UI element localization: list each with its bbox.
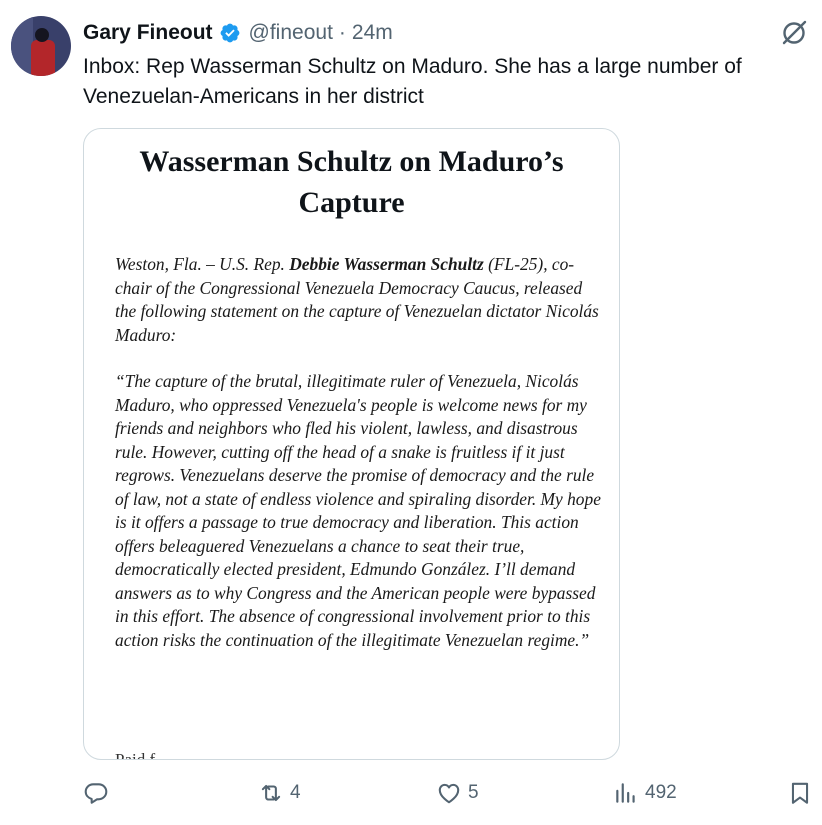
views-count: 492 (645, 782, 677, 803)
grok-icon[interactable] (780, 19, 808, 47)
rep-name: Debbie Wasserman Schultz (289, 254, 484, 274)
retweet-button[interactable]: 4 (258, 776, 301, 810)
document-cutoff-text: Paid f... (115, 750, 168, 760)
tweet-text-line: Inbox: Rep Wasserman Schultz on Maduro. … (83, 55, 742, 78)
retweet-count: 4 (290, 782, 301, 803)
tweet-text: Inbox: Rep Wasserman Schultz on Maduro. … (83, 52, 808, 112)
tweet-timestamp[interactable]: 24m (352, 21, 393, 45)
avatar-head (35, 28, 49, 42)
document-body: Weston, Fla. – U.S. Rep. Debbie Wasserma… (115, 253, 605, 675)
document-title-line: Wasserman Schultz on Maduro’s (139, 145, 564, 178)
heart-icon (438, 783, 460, 804)
reply-button[interactable] (83, 776, 109, 810)
author-name[interactable]: Gary Fineout (83, 21, 213, 45)
like-button[interactable]: 5 (436, 776, 479, 810)
views-button[interactable]: 492 (613, 776, 677, 810)
document-intro: Weston, Fla. – U.S. Rep. Debbie Wasserma… (115, 253, 605, 347)
avatar-background (11, 16, 33, 76)
avatar[interactable] (11, 16, 71, 76)
reply-icon (84, 783, 108, 804)
tweet-header: Gary Fineout @fineout · 24m (83, 18, 393, 48)
document-title-line: Capture (298, 186, 405, 219)
attached-image[interactable]: Wasserman Schultz on Maduro’s Capture We… (83, 128, 620, 760)
verified-badge-icon (219, 22, 241, 44)
document-title: Wasserman Schultz on Maduro’s Capture (84, 141, 619, 223)
document-quote: “The capture of the brutal, illegitimate… (115, 371, 601, 650)
views-icon (616, 783, 635, 803)
separator-dot: · (338, 21, 346, 44)
bookmark-icon (791, 782, 809, 804)
intro-prefix: Weston, Fla. – U.S. Rep. (115, 254, 290, 274)
tweet-actions: 4 5 492 (83, 776, 813, 810)
author-handle[interactable]: @fineout (249, 21, 333, 45)
bookmark-button[interactable] (787, 776, 813, 810)
retweet-icon (261, 784, 281, 802)
avatar-figure (31, 40, 55, 76)
like-count: 5 (468, 782, 479, 803)
tweet-text-line: Venezuelan-Americans in her district (83, 85, 424, 108)
